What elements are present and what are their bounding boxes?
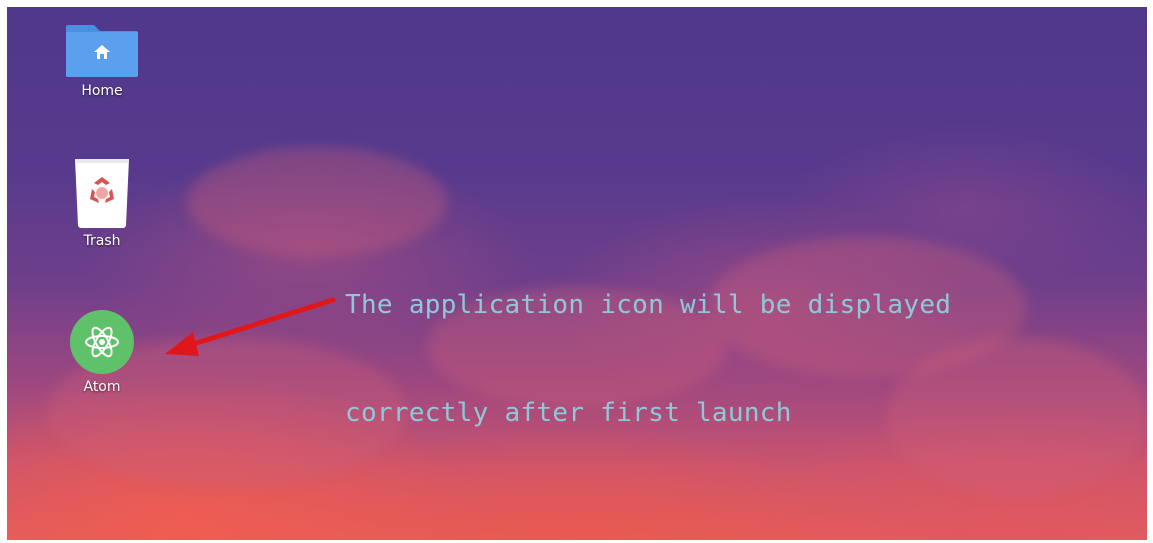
- desktop-icon-atom[interactable]: Atom: [57, 309, 147, 395]
- trash-icon: [75, 159, 129, 228]
- desktop-icon-home[interactable]: Home: [57, 19, 147, 99]
- desktop-icon-label: Atom: [83, 379, 121, 395]
- desktop-icon-label: Trash: [83, 233, 121, 249]
- desktop-background: Home Trash Atom The application icon wil…: [7, 7, 1147, 540]
- annotation-arrow: [165, 297, 336, 356]
- desktop-icon-trash[interactable]: Trash: [57, 157, 147, 249]
- annotation-text: The application icon will be displayed c…: [345, 215, 951, 503]
- atom-icon: [70, 310, 134, 374]
- annotation-line-2: correctly after first launch: [345, 398, 792, 428]
- home-folder-icon: [66, 25, 138, 77]
- annotation-line-1: The application icon will be displayed: [345, 290, 952, 320]
- desktop-icon-label: Home: [81, 83, 123, 99]
